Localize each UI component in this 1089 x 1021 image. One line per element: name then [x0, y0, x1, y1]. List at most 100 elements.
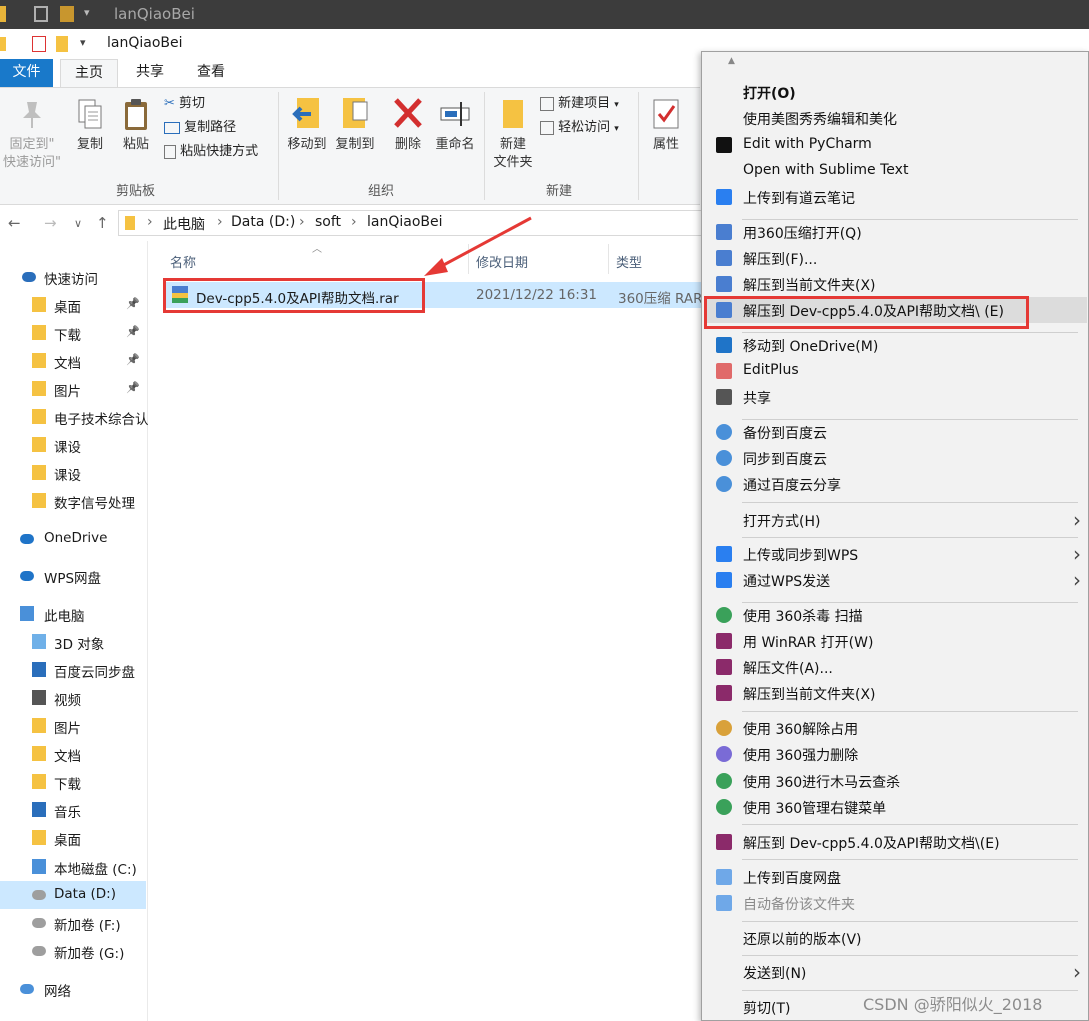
context-menu-item[interactable]: 同步到百度云 [704, 445, 1087, 471]
context-menu-item[interactable]: 解压到当前文件夹(X) [704, 271, 1087, 297]
context-menu-label: 发送到(N) [743, 966, 807, 982]
context-menu-label: 使用 360进行木马云查杀 [743, 775, 901, 791]
context-menu-label: 自动备份该文件夹 [743, 897, 855, 913]
context-menu-label: 使用 360杀毒 扫描 [743, 609, 863, 625]
pycharm-icon [716, 137, 732, 153]
editplus-icon [716, 363, 732, 379]
context-menu-label: 解压到当前文件夹(X) [743, 687, 876, 703]
scroll-up-icon[interactable]: ▲ [728, 56, 735, 66]
context-menu-item[interactable]: 打开方式(H) › [704, 507, 1087, 533]
baidu-netdisk-icon [716, 869, 732, 885]
360-unlock-icon [716, 720, 732, 736]
arrow-head-file [424, 258, 448, 276]
context-menu-item[interactable]: 还原以前的版本(V) [704, 925, 1087, 951]
context-menu-item[interactable]: 发送到(N) › [704, 959, 1087, 985]
chevron-right-icon: › [1073, 508, 1081, 532]
context-menu-label: 剪切(T) [743, 1001, 791, 1017]
context-menu-item[interactable]: 解压到当前文件夹(X) [704, 680, 1087, 706]
context-menu-label: 备份到百度云 [743, 426, 827, 442]
wps-send-icon [716, 572, 732, 588]
context-menu-label: 解压到(F)... [743, 252, 818, 268]
menu-item-highlight-box [704, 296, 1029, 329]
menu-separator [742, 824, 1078, 825]
context-menu-label: Open with Sublime Text [743, 162, 909, 178]
baidu-cloud-icon [716, 424, 732, 440]
context-menu-item[interactable]: 解压文件(A)... [704, 654, 1087, 680]
arrow-to-file [437, 216, 532, 270]
context-menu-label: 解压文件(A)... [743, 661, 833, 677]
context-menu-item[interactable]: 解压到 Dev-cpp5.4.0及API帮助文档\(E) [704, 829, 1087, 855]
context-menu-item[interactable]: Open with Sublime Text [704, 158, 1087, 184]
360zip-icon [716, 276, 732, 292]
menu-separator [742, 537, 1078, 538]
360-shred-icon [716, 746, 732, 762]
context-menu-item[interactable]: 使用 360进行木马云查杀 [704, 768, 1087, 794]
context-menu-item[interactable]: 使用 360强力删除 [704, 741, 1087, 767]
context-menu-item[interactable]: 通过百度云分享 [704, 471, 1087, 497]
context-menu-item[interactable]: Edit with PyCharm [704, 132, 1087, 158]
context-menu-item[interactable]: 打开(O) [704, 79, 1087, 105]
context-menu-label: 使用 360强力删除 [743, 748, 859, 764]
context-menu-label: 使用 360管理右键菜单 [743, 801, 887, 817]
360-antivirus-icon [716, 607, 732, 623]
context-menu-item[interactable]: 上传到有道云笔记 [704, 184, 1087, 210]
winrar-icon [716, 633, 732, 649]
360zip-icon [716, 250, 732, 266]
context-menu-item[interactable]: 解压到(F)... [704, 245, 1087, 271]
menu-separator [742, 711, 1078, 712]
context-menu-label: 使用 360解除占用 [743, 722, 859, 738]
context-menu-label: EditPlus [743, 362, 799, 378]
360-security-icon [716, 773, 732, 789]
youdao-note-icon [716, 189, 732, 205]
context-menu-label: 还原以前的版本(V) [743, 932, 862, 948]
context-menu-item[interactable]: 使用 360管理右键菜单 [704, 794, 1087, 820]
context-menu-item[interactable]: 上传或同步到WPS › [704, 541, 1087, 567]
context-menu-label: 上传或同步到WPS [743, 548, 859, 564]
context-menu: ▲ 打开(O) 使用美图秀秀编辑和美化 Edit with PyCharm Open … [701, 51, 1089, 1021]
wps-upload-icon [716, 546, 732, 562]
context-menu-item[interactable]: 备份到百度云 [704, 419, 1087, 445]
chevron-right-icon: › [1073, 568, 1081, 592]
context-menu-label: Edit with PyCharm [743, 136, 872, 152]
context-menu-item[interactable]: 用360压缩打开(Q) [704, 219, 1087, 245]
context-menu-item: 自动备份该文件夹 [704, 890, 1087, 916]
context-menu-label: 移动到 OneDrive(M) [743, 339, 879, 355]
context-menu-item[interactable]: 共享 [704, 384, 1087, 410]
context-menu-item[interactable]: 使用 360解除占用 [704, 715, 1087, 741]
chevron-right-icon: › [1073, 542, 1081, 566]
chevron-right-icon: › [1073, 960, 1081, 984]
context-menu-item[interactable]: 使用美图秀秀编辑和美化 [704, 105, 1087, 131]
winrar-icon [716, 685, 732, 701]
winrar-icon [716, 659, 732, 675]
context-menu-item[interactable]: 使用 360杀毒 扫描 [704, 602, 1087, 628]
context-menu-label: 同步到百度云 [743, 452, 827, 468]
menu-separator [742, 859, 1078, 860]
context-menu-label: 上传到有道云笔记 [743, 191, 855, 207]
baidu-cloud-icon [716, 450, 732, 466]
context-menu-item[interactable]: 上传到百度网盘 [704, 864, 1087, 890]
context-menu-label: 通过WPS发送 [743, 574, 831, 590]
context-menu-item[interactable]: 通过WPS发送 › [704, 567, 1087, 593]
360-security-icon [716, 799, 732, 815]
onedrive-icon [716, 337, 732, 353]
menu-separator [742, 502, 1078, 503]
context-menu-label: 上传到百度网盘 [743, 871, 841, 887]
context-menu-label: 通过百度云分享 [743, 478, 841, 494]
share-icon [716, 389, 732, 405]
context-menu-label: 共享 [743, 391, 771, 407]
menu-separator [742, 921, 1078, 922]
context-menu-label: 使用美图秀秀编辑和美化 [743, 112, 897, 128]
context-menu-label: 解压到当前文件夹(X) [743, 278, 876, 294]
winrar-icon [716, 834, 732, 850]
context-menu-label: 解压到 Dev-cpp5.4.0及API帮助文档\(E) [743, 836, 1000, 852]
watermark: CSDN @骄阳似火_2018 [863, 995, 1043, 1014]
context-menu-item[interactable]: 用 WinRAR 打开(W) [704, 628, 1087, 654]
context-menu-item[interactable]: 移动到 OneDrive(M) [704, 332, 1087, 358]
context-menu-label: 打开方式(H) [743, 514, 821, 530]
baidu-cloud-icon [716, 476, 732, 492]
baidu-netdisk-icon [716, 895, 732, 911]
context-menu-item[interactable]: EditPlus [704, 358, 1087, 384]
context-menu-label: 用360压缩打开(Q) [743, 226, 862, 242]
menu-separator [742, 955, 1078, 956]
context-menu-label: 用 WinRAR 打开(W) [743, 635, 874, 651]
